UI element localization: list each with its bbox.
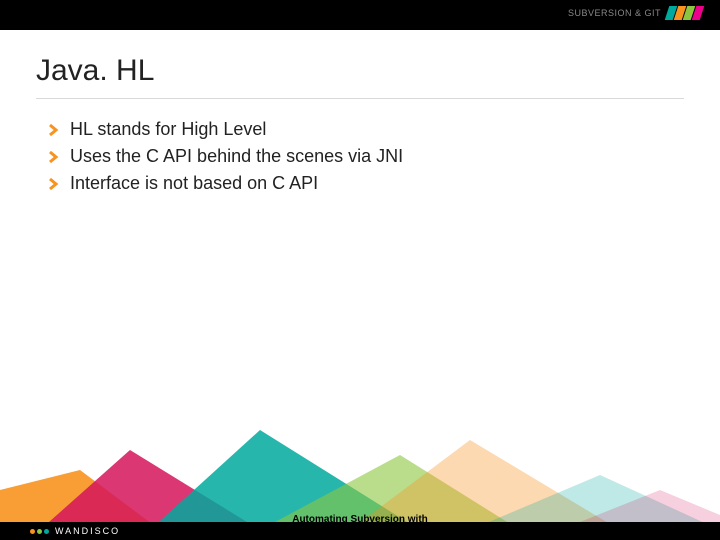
list-item: Interface is not based on C API <box>48 173 720 194</box>
live-logo <box>667 6 702 20</box>
bullet-list: HL stands for High Level Uses the C API … <box>48 119 720 194</box>
dot-icon <box>30 529 35 534</box>
header-tagline: SUBVERSION & GIT <box>568 8 661 18</box>
chevron-icon <box>48 151 60 163</box>
title-divider <box>36 98 684 99</box>
list-item: Uses the C API behind the scenes via JNI <box>48 146 720 167</box>
chevron-icon <box>48 124 60 136</box>
slide-title: Java. HL <box>36 54 720 88</box>
dot-icon <box>37 529 42 534</box>
footer-brand: WANDISCO <box>55 526 120 536</box>
list-item: HL stands for High Level <box>48 119 720 140</box>
dot-icon <box>44 529 49 534</box>
bullet-text: Uses the C API behind the scenes via JNI <box>70 146 403 167</box>
bullet-text: HL stands for High Level <box>70 119 266 140</box>
footer-logo: WANDISCO <box>30 526 120 536</box>
chevron-icon <box>48 178 60 190</box>
header-logo: SUBVERSION & GIT <box>568 6 702 20</box>
bullet-text: Interface is not based on C API <box>70 173 318 194</box>
footer-bar: WANDISCO <box>0 522 720 540</box>
